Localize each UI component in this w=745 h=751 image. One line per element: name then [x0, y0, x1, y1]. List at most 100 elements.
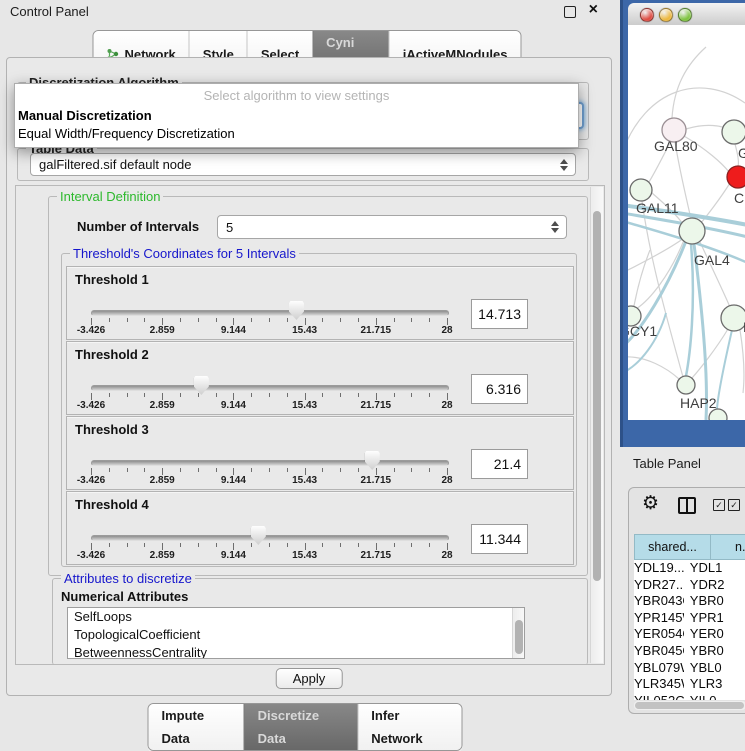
threshold-2-value-field[interactable]: 6.316	[471, 374, 528, 404]
float-window-icon[interactable]	[564, 6, 576, 18]
apply-button[interactable]: Apply	[276, 668, 343, 689]
table-cell[interactable]: YIL052C	[634, 693, 684, 700]
table-row[interactable]: YDR27...YDR2	[634, 577, 745, 594]
scrollbar-thumb[interactable]	[635, 702, 744, 709]
table-cell[interactable]: YER0	[684, 626, 745, 643]
tab-infer-network[interactable]: Infer Network	[357, 704, 461, 750]
threshold-1-value-field[interactable]: 14.713	[471, 299, 528, 329]
network-node-gal4[interactable]	[679, 218, 705, 244]
table-row[interactable]: YLR345WYLR3	[634, 676, 745, 693]
threshold-4-slider-thumb[interactable]	[251, 526, 266, 545]
table-row[interactable]: YPR145WYPR1	[634, 610, 745, 627]
network-edge[interactable]	[694, 244, 707, 420]
tick-label: 28	[441, 325, 452, 336]
network-window-titlebar[interactable]	[628, 3, 745, 26]
network-node-h[interactable]	[721, 305, 745, 331]
table-cell[interactable]: YDL19...	[634, 560, 684, 577]
control-panel: Control Panel × NetworkStyleSelectCyni T…	[0, 0, 620, 745]
threshold-2-slider-thumb[interactable]	[194, 376, 209, 395]
table-cell[interactable]: YIL0	[684, 693, 745, 700]
list-scrollbar[interactable]	[512, 608, 524, 658]
network-edge[interactable]	[686, 244, 693, 376]
tick-label: -3.426	[77, 550, 105, 561]
threshold-4-value-field[interactable]: 11.344	[471, 524, 528, 554]
table-cell[interactable]: YBR045C	[634, 643, 684, 660]
table-cell[interactable]: YLR3	[684, 676, 745, 693]
threshold-3-slider-thumb[interactable]	[365, 451, 380, 470]
close-traffic-light[interactable]	[640, 8, 654, 22]
tick-label: 15.43	[292, 400, 317, 411]
table-cell[interactable]: YBR0	[684, 643, 745, 660]
table-cell[interactable]: YPR145W	[634, 610, 684, 627]
network-canvas[interactable]: GAL80GACGAL11GAL4GCY1HHAP2	[628, 25, 745, 420]
table-cell[interactable]: YDL1	[684, 560, 745, 577]
table-row[interactable]: YBR043CYBR0	[634, 593, 745, 610]
network-edge[interactable]	[628, 357, 679, 379]
network-node-hap2[interactable]	[677, 376, 695, 394]
table-rows: YDL19...YDL1YDR27...YDR2YBR043CYBR0YPR14…	[634, 560, 745, 700]
tick-label: -3.426	[77, 325, 105, 336]
number-of-intervals-label: Number of Intervals	[77, 219, 199, 234]
tab-impute-data[interactable]: Impute Data	[149, 704, 244, 750]
checkbox-checked-icon[interactable]: ✓	[713, 499, 725, 511]
split-columns-icon[interactable]	[678, 497, 696, 514]
table-row[interactable]: YBR045CYBR0	[634, 643, 745, 660]
table-cell[interactable]: YBL0	[684, 660, 745, 677]
tick-label: 9.144	[221, 400, 246, 411]
panel-scrollbar[interactable]	[590, 187, 603, 663]
attribute-item-topologicalcoefficient[interactable]: TopologicalCoefficient	[68, 626, 524, 644]
number-of-intervals-select[interactable]: 5	[217, 215, 567, 239]
table-header-row: shared...n...	[634, 534, 745, 560]
bottom-tab-bar: Impute DataDiscretize DataInfer Network	[148, 703, 463, 751]
column-header-shared-[interactable]: shared...	[634, 534, 711, 560]
gear-icon[interactable]: ⚙	[642, 492, 659, 515]
threshold-4-panel: Threshold 4-3.4262.8599.14415.4321.71528…	[66, 491, 574, 565]
attribute-item-betweennesscentrality[interactable]: BetweennessCentrality	[68, 644, 524, 659]
tab-discretize-data[interactable]: Discretize Data	[244, 704, 358, 750]
slider-track[interactable]	[91, 535, 449, 541]
horizontal-scrollbar[interactable]	[634, 701, 745, 710]
slider-track[interactable]	[91, 385, 449, 391]
dropdown-option-manual-discretization[interactable]: Manual Discretization	[15, 107, 578, 125]
scrollbar-thumb[interactable]	[593, 211, 601, 581]
table-row[interactable]: YDL19...YDL1	[634, 560, 745, 577]
table-cell[interactable]: YPR1	[684, 610, 745, 627]
network-node-ga[interactable]	[722, 120, 745, 144]
table-row[interactable]: YBL079WYBL0	[634, 660, 745, 677]
threshold-1-slider-thumb[interactable]	[289, 301, 304, 320]
stepper-arrows-icon	[560, 159, 568, 171]
network-node-c[interactable]	[727, 166, 745, 188]
table-cell[interactable]: YBR0	[684, 593, 745, 610]
attribute-item-selfloops[interactable]: SelfLoops	[68, 608, 524, 626]
tick-label: 21.715	[361, 550, 392, 561]
tick-label: 21.715	[361, 400, 392, 411]
table-cell[interactable]: YBR043C	[634, 593, 684, 610]
table-data-select[interactable]: galFiltered.sif default node	[30, 153, 576, 176]
column-header-n-[interactable]: n...	[711, 534, 745, 560]
slider-track[interactable]	[91, 460, 449, 466]
network-edge[interactable]	[634, 250, 650, 306]
tick-label: 21.715	[361, 325, 392, 336]
table-cell[interactable]: YER054C	[634, 626, 684, 643]
dropdown-option-equal-width-frequency-discretization[interactable]: Equal Width/Frequency Discretization	[15, 125, 578, 143]
table-cell[interactable]: YDR27...	[634, 577, 684, 594]
table-cell[interactable]: YBL079W	[634, 660, 684, 677]
threshold-label: Threshold 2	[75, 347, 149, 362]
network-edge[interactable]	[672, 47, 706, 118]
close-icon[interactable]: ×	[589, 1, 598, 19]
zoom-traffic-light[interactable]	[678, 8, 692, 22]
dropdown-placeholder: Select algorithm to view settings	[15, 84, 578, 107]
numerical-attributes-list[interactable]: SelfLoopsTopologicalCoefficientBetweenne…	[67, 607, 525, 659]
table-cell[interactable]: YDR2	[684, 577, 745, 594]
minimize-traffic-light[interactable]	[659, 8, 673, 22]
panel-title: Control Panel	[10, 4, 89, 19]
checkbox-checked-icon[interactable]: ✓	[728, 499, 740, 511]
table-row[interactable]: YIL052CYIL0	[634, 693, 745, 700]
network-node-gal11[interactable]	[630, 179, 652, 201]
threshold-3-value-field[interactable]: 21.4	[471, 449, 528, 479]
table-cell[interactable]: YLR345W	[634, 676, 684, 693]
tick-label: 15.43	[292, 550, 317, 561]
table-row[interactable]: YER054CYER0	[634, 626, 745, 643]
network-edge[interactable]	[740, 330, 744, 393]
slider-track[interactable]	[91, 310, 449, 316]
